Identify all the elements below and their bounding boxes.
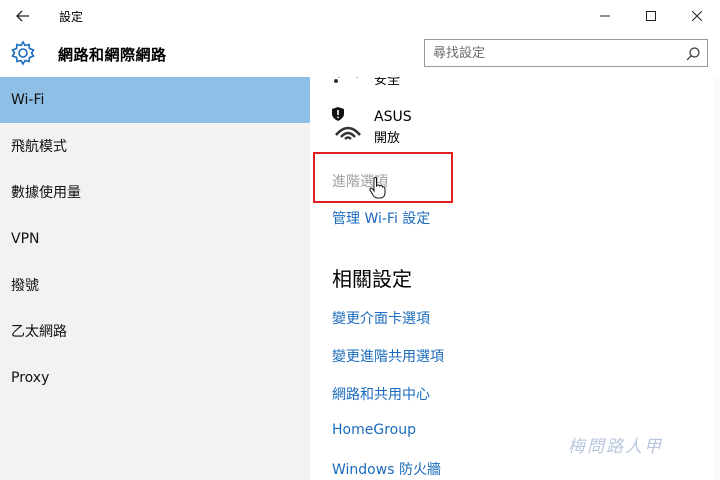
minimize-icon [600, 15, 610, 17]
wifi-signal-icon [334, 77, 358, 83]
sidebar-item-label: Wi-Fi [11, 92, 45, 108]
maximize-icon [646, 11, 656, 21]
sidebar-item-label: Proxy [11, 370, 50, 386]
sidebar-item-proxy[interactable]: Proxy [0, 355, 310, 401]
homegroup-link[interactable]: HomeGroup [332, 422, 416, 438]
network-name: ASUS [374, 109, 412, 125]
sidebar: Wi-Fi 飛航模式 數據使用量 VPN 撥號 乙太網路 Proxy [0, 77, 310, 480]
network-status: 安全 [374, 77, 401, 88]
page-title: 網路和網際網路 [58, 46, 167, 64]
search-box[interactable] [424, 39, 708, 67]
sidebar-item-label: 飛航模式 [11, 139, 67, 155]
search-input[interactable] [425, 40, 675, 66]
app-title: 設定 [59, 10, 84, 24]
gear-icon [11, 40, 35, 66]
sidebar-item-label: 撥號 [11, 278, 39, 294]
network-item-asus[interactable]: ASUS 開放 [332, 105, 532, 149]
windows-firewall-link[interactable]: Windows 防火牆 [332, 459, 441, 479]
change-sharing-options-link[interactable]: 變更進階共用選項 [332, 346, 444, 366]
title-bar: 設定 [0, 0, 720, 32]
search-icon[interactable] [685, 46, 701, 62]
hand-cursor-icon [369, 177, 386, 199]
scrollbar[interactable] [714, 77, 720, 480]
sidebar-item-data-usage[interactable]: 數據使用量 [0, 169, 310, 215]
close-button[interactable] [674, 0, 720, 32]
sidebar-item-label: VPN [11, 231, 40, 247]
back-arrow-icon [16, 10, 29, 22]
sidebar-item-label: 乙太網路 [11, 324, 67, 340]
sidebar-item-dial-up[interactable]: 撥號 [0, 262, 310, 308]
sidebar-item-airplane-mode[interactable]: 飛航模式 [0, 123, 310, 169]
related-settings-heading: 相關設定 [332, 267, 412, 291]
sidebar-item-label: 數據使用量 [11, 185, 81, 201]
network-sharing-center-link[interactable]: 網路和共用中心 [332, 384, 430, 404]
watermark: 梅問路人甲 [568, 437, 663, 457]
change-adapter-options-link[interactable]: 變更介面卡選項 [332, 308, 430, 328]
network-status: 開放 [374, 131, 401, 146]
sidebar-item-vpn[interactable]: VPN [0, 216, 310, 262]
maximize-button[interactable] [628, 0, 674, 32]
back-button[interactable] [0, 0, 46, 32]
minimize-button[interactable] [582, 0, 628, 32]
manage-wifi-settings-link[interactable]: 管理 Wi-Fi 設定 [332, 208, 430, 228]
sidebar-item-wifi[interactable]: Wi-Fi [0, 77, 310, 123]
shield-warning-icon [332, 107, 344, 121]
sidebar-item-ethernet[interactable]: 乙太網路 [0, 308, 310, 354]
content-pane: 安全 ASUS 開放 進階選項 管理 Wi-Fi 設定 相關設定 變更介面卡選項… [310, 77, 720, 480]
close-icon [692, 11, 702, 21]
